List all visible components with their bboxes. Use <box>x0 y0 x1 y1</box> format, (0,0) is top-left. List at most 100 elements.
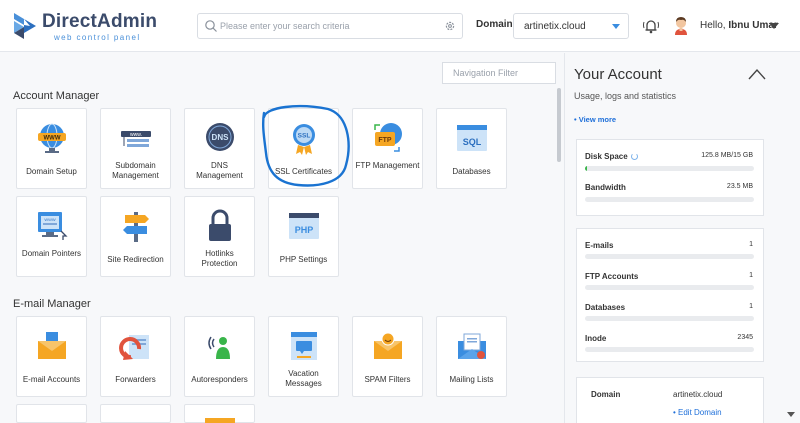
sql-icon: SQL <box>457 125 487 151</box>
tile-label: PHP Settings <box>279 255 328 264</box>
disk-space-label-text: Disk Space <box>585 152 628 161</box>
forward-icon <box>119 335 149 360</box>
domain-pointer-icon: WWW <box>38 212 68 240</box>
tile-site-redirection[interactable]: Site Redirection <box>100 196 171 277</box>
partial-tile-icon <box>205 418 235 423</box>
tile-vacation-messages[interactable]: Vacation Messages <box>268 316 339 397</box>
disk-space-bar-fill <box>585 166 587 171</box>
user-menu-caret-icon[interactable] <box>769 23 779 29</box>
avatar[interactable] <box>672 14 690 36</box>
bandwidth-label: Bandwidth <box>585 183 626 192</box>
svg-text:WWW: WWW <box>44 217 56 222</box>
databases-label: Databases <box>585 303 626 312</box>
dns-icon: DNS <box>206 123 234 151</box>
svg-text:WWW: WWW <box>44 136 61 142</box>
tile-partial[interactable] <box>16 404 87 423</box>
notification-bell-icon[interactable] <box>641 16 661 36</box>
domain-card-label: Domain <box>591 390 621 399</box>
tile-label: Site Redirection <box>107 255 164 264</box>
tile-label: Databases <box>452 167 491 176</box>
domain-card: Domain artinetix.cloud • Edit Domain <box>576 377 764 423</box>
svg-text:DNS: DNS <box>212 133 230 142</box>
tile-ftp-management[interactable]: FTP FTP Management <box>352 108 423 189</box>
greeting-prefix: Hello, <box>700 20 726 31</box>
subdomain-icon: www. <box>121 131 151 147</box>
search-input[interactable] <box>220 15 438 37</box>
tile-label: Vacation Messages <box>285 369 322 388</box>
signpost-icon <box>123 212 149 242</box>
tile-forwarders[interactable]: Forwarders <box>100 316 171 397</box>
tile-label: Forwarders <box>115 375 156 384</box>
inode-bar <box>585 347 754 352</box>
domain-card-value: artinetix.cloud <box>673 390 723 399</box>
tile-spam-filters[interactable]: SPAM Filters <box>352 316 423 397</box>
logo-title: DirectAdmin <box>42 11 158 32</box>
section-title-account-manager: Account Manager <box>13 90 100 102</box>
counts-card: E-mails 1 FTP Accounts 1 Databases 1 Ino… <box>576 228 764 362</box>
tile-mailing-lists[interactable]: Mailing Lists <box>436 316 507 397</box>
ftp-accounts-value: 1 <box>749 272 753 279</box>
disk-space-value: 125.8 MB/15 GB <box>701 152 753 159</box>
svg-text:PHP: PHP <box>295 225 314 235</box>
bandwidth-bar <box>585 197 754 202</box>
search-box <box>197 13 463 39</box>
domain-select[interactable]: artinetix.cloud <box>513 13 629 39</box>
disk-space-label: Disk Space <box>585 152 638 161</box>
ftp-icon: FTP <box>374 123 402 152</box>
domain-label: Domain <box>476 19 513 30</box>
scroll-down-icon[interactable] <box>787 412 795 417</box>
directadmin-logo[interactable]: DirectAdmin web control panel <box>12 9 157 43</box>
autoresponder-icon <box>208 336 230 359</box>
loading-spinner-icon <box>630 153 638 160</box>
section-title-email-manager: E-mail Manager <box>13 298 91 310</box>
inode-label: Inode <box>585 334 607 343</box>
ssl-badge-icon: SSL <box>293 124 315 155</box>
svg-text:www.: www. <box>130 132 142 138</box>
navigation-filter <box>442 62 556 84</box>
disk-space-bar <box>585 166 754 171</box>
www-globe-icon: WWW <box>38 123 66 153</box>
view-more-link[interactable]: • View more <box>574 115 616 124</box>
tile-php-settings[interactable]: PHP PHP Settings <box>268 196 339 277</box>
tile-label: SSL Certificates <box>274 167 333 176</box>
tile-label: E-mail Accounts <box>22 375 81 384</box>
tile-dns-management[interactable]: DNS DNS Management <box>184 108 255 189</box>
tile-label: Autoresponders <box>191 375 248 384</box>
spam-filter-icon <box>374 332 402 359</box>
gear-icon[interactable] <box>444 20 456 32</box>
chevron-down-icon <box>612 24 620 29</box>
tile-label: SPAM Filters <box>364 375 411 384</box>
php-icon: PHP <box>289 213 319 239</box>
envelope-icon <box>38 332 66 359</box>
tile-autoresponders[interactable]: Autoresponders <box>184 316 255 397</box>
tile-label: Subdomain Management <box>112 161 159 180</box>
directadmin-logo-icon <box>14 13 36 39</box>
tile-subdomain-management[interactable]: www. Subdomain Management <box>100 108 171 189</box>
tile-label: Domain Setup <box>26 167 77 176</box>
emails-bar <box>585 254 754 259</box>
inode-value: 2345 <box>737 334 753 341</box>
tile-label: Mailing Lists <box>449 375 494 384</box>
tile-ssl-certificates[interactable]: SSL SSL Certificates <box>268 108 339 189</box>
user-greeting[interactable]: Hello, Ibnu Umar <box>700 20 778 31</box>
tile-email-accounts[interactable]: E-mail Accounts <box>16 316 87 397</box>
scrollbar-thumb[interactable] <box>557 88 561 162</box>
tile-label: Domain Pointers <box>21 249 82 258</box>
svg-text:FTP: FTP <box>378 137 392 144</box>
edit-domain-link[interactable]: • Edit Domain <box>673 408 722 417</box>
tile-domain-pointers[interactable]: WWW Domain Pointers <box>16 196 87 277</box>
databases-bar <box>585 316 754 321</box>
chevron-up-icon[interactable] <box>748 68 766 80</box>
bandwidth-value: 23.5 MB <box>726 183 753 190</box>
vacation-icon <box>291 332 317 360</box>
tile-domain-setup[interactable]: WWW Domain Setup <box>16 108 87 189</box>
tile-label: FTP Management <box>355 161 420 170</box>
ftp-accounts-bar <box>585 285 754 290</box>
navigation-filter-input[interactable] <box>443 63 555 83</box>
tile-partial[interactable] <box>184 404 255 423</box>
ftp-accounts-label: FTP Accounts <box>585 272 639 281</box>
svg-text:SSL: SSL <box>298 133 311 140</box>
tile-hotlinks-protection[interactable]: Hotlinks Protection <box>184 196 255 277</box>
tile-partial[interactable] <box>100 404 171 423</box>
tile-databases[interactable]: SQL Databases <box>436 108 507 189</box>
